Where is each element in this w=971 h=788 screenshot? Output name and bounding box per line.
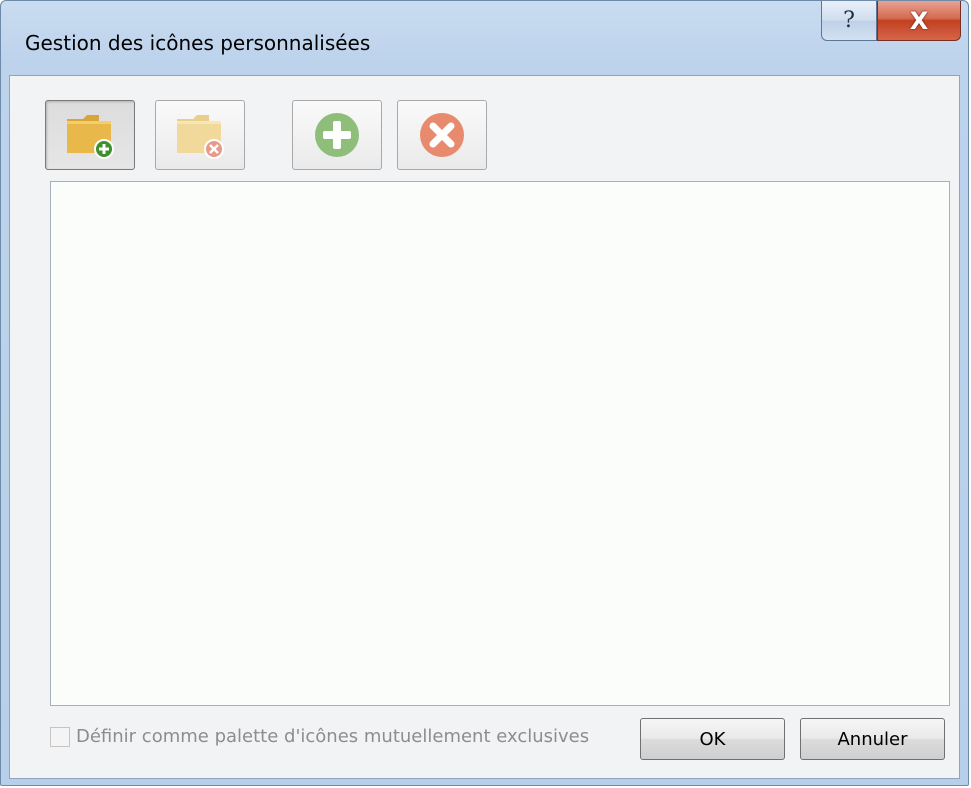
exclusive-palette-option: Définir comme palette d'icônes mutuellem… [50, 726, 589, 747]
help-icon: ? [843, 8, 855, 33]
remove-folder-button[interactable] [155, 100, 245, 170]
dialog-title: Gestion des icônes personnalisées [25, 31, 371, 55]
title-bar[interactable]: Gestion des icônes personnalisées ? X [1, 1, 968, 75]
icon-list-area[interactable] [50, 181, 950, 706]
add-icon-button[interactable] [292, 100, 382, 170]
dialog-window: Gestion des icônes personnalisées ? X Dé… [0, 0, 969, 786]
folder-add-icon [67, 115, 114, 159]
folder-remove-icon [177, 115, 224, 159]
add-folder-button[interactable] [45, 100, 135, 170]
cancel-button[interactable]: Annuler [800, 718, 945, 760]
close-button[interactable]: X [877, 1, 961, 41]
remove-icon-button[interactable] [397, 100, 487, 170]
exclusive-palette-checkbox[interactable] [50, 726, 70, 747]
ok-button[interactable]: OK [640, 718, 785, 760]
close-icon: X [909, 6, 929, 35]
plus-circle-icon [315, 113, 359, 157]
exclusive-palette-label: Définir comme palette d'icônes mutuellem… [76, 726, 590, 747]
x-circle-icon [420, 113, 464, 157]
dialog-content: Définir comme palette d'icônes mutuellem… [9, 75, 960, 779]
help-button[interactable]: ? [821, 1, 877, 41]
